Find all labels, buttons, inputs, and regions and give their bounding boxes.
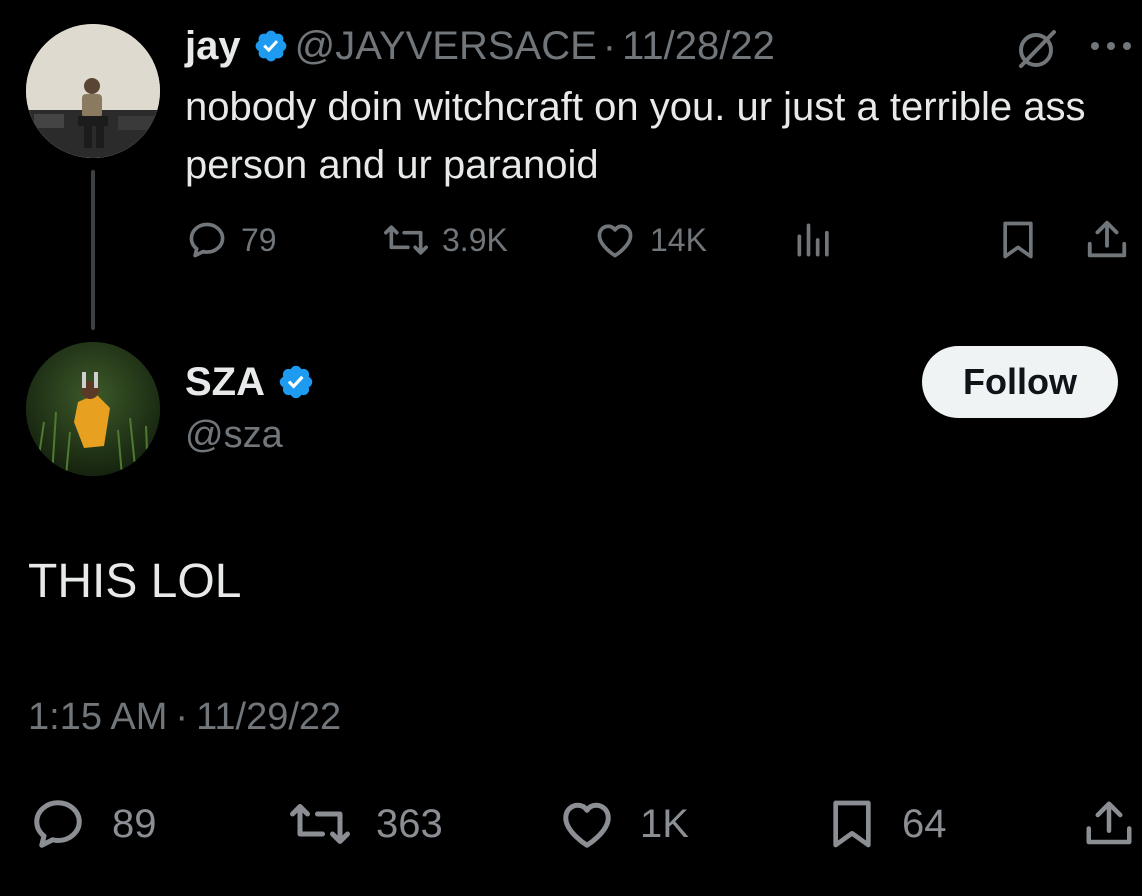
avatar-photo-sza xyxy=(26,342,160,476)
tweet-detail-view: jay @JAYVERSACE · 11/28/22 nobody doin w… xyxy=(0,0,1142,896)
grok-icon[interactable] xyxy=(1012,24,1062,74)
retweet-button[interactable]: 363 xyxy=(286,794,443,854)
share-button[interactable] xyxy=(1082,794,1136,854)
retweet-count: 3.9K xyxy=(442,221,508,258)
bookmark-button[interactable]: 64 xyxy=(824,794,947,854)
retweet-icon xyxy=(290,804,350,844)
views-button[interactable] xyxy=(792,216,836,264)
bookmark-icon xyxy=(1003,221,1033,259)
verified-badge-icon[interactable] xyxy=(277,363,315,401)
like-count: 14K xyxy=(650,221,707,258)
tweet-time: 1:15 AM xyxy=(28,696,168,738)
share-icon xyxy=(1086,801,1132,845)
follow-button[interactable]: Follow xyxy=(922,346,1118,418)
tweet-header: jay @JAYVERSACE · 11/28/22 xyxy=(185,18,775,74)
tweet-text: THIS LOL xyxy=(28,555,242,608)
user-handle[interactable]: @sza xyxy=(185,414,283,457)
tweet-date[interactable]: 11/28/22 xyxy=(622,24,775,69)
bookmark-count: 64 xyxy=(902,801,947,846)
retweet-count: 363 xyxy=(376,801,443,846)
reply-icon xyxy=(189,222,225,258)
bookmark-icon xyxy=(833,800,871,848)
like-button[interactable]: 1K xyxy=(556,794,689,854)
display-name[interactable]: jay xyxy=(185,24,241,69)
share-icon xyxy=(1087,220,1127,258)
avatar-photo-jay xyxy=(26,24,160,158)
user-handle[interactable]: @JAYVERSACE xyxy=(295,24,597,69)
tweet-text: nobody doin witchcraft on you. ur just a… xyxy=(185,85,1086,187)
separator-dot: · xyxy=(175,696,189,738)
analytics-icon xyxy=(797,223,829,257)
reply-count: 89 xyxy=(112,801,157,846)
more-icon[interactable] xyxy=(1086,24,1136,68)
retweet-button[interactable]: 3.9K xyxy=(382,216,508,264)
avatar[interactable] xyxy=(26,24,160,158)
heart-icon xyxy=(563,802,611,848)
reply-icon xyxy=(34,800,82,848)
bookmark-button[interactable] xyxy=(996,216,1040,264)
reply-button[interactable]: 79 xyxy=(185,216,277,264)
tweet-timestamp[interactable]: 1:15 AM · 11/29/22 xyxy=(28,696,341,739)
reply-button[interactable]: 89 xyxy=(26,794,157,854)
verified-badge-icon[interactable] xyxy=(253,28,289,64)
retweet-icon xyxy=(384,225,428,255)
display-name-row: SZA xyxy=(185,356,321,408)
separator-dot: · xyxy=(602,23,617,68)
like-button[interactable]: 14K xyxy=(592,216,707,264)
avatar[interactable] xyxy=(26,342,160,476)
tweet-date: 11/29/22 xyxy=(196,696,342,738)
display-name[interactable]: SZA xyxy=(185,360,265,405)
thread-connector-line xyxy=(91,170,95,330)
share-button[interactable] xyxy=(1084,216,1130,264)
heart-icon xyxy=(597,224,633,258)
like-count: 1K xyxy=(640,801,689,846)
reply-count: 79 xyxy=(241,221,277,258)
